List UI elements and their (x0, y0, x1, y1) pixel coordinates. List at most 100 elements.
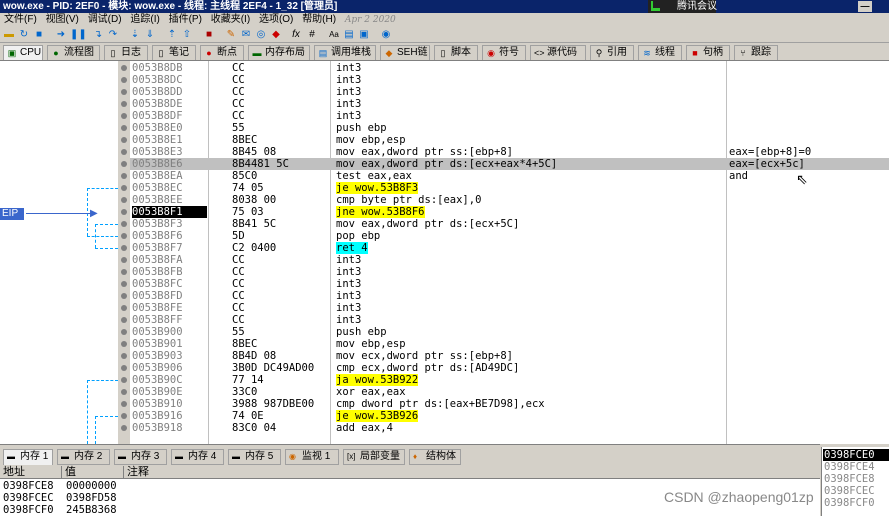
execute-till-return-icon[interactable]: ⇡ (166, 29, 178, 41)
tab-memory-2[interactable]: ▬ 内存 2 (57, 449, 110, 465)
disasm-row[interactable]: 0053B8FD CC int3 (130, 290, 889, 302)
tab-symbols[interactable]: ◉ 符号 (482, 45, 526, 60)
tab-locals[interactable]: [x] 局部变量 (343, 449, 405, 465)
breakpoint-dot-icon[interactable] (121, 197, 127, 203)
menu-plugins[interactable]: 插件(P) (169, 14, 202, 25)
breakpoint-dot-icon[interactable] (121, 209, 127, 215)
step-into-icon[interactable]: ↴ (92, 29, 104, 41)
comment-icon[interactable]: ✉ (240, 29, 252, 41)
tab-script[interactable]: ▯ 脚本 (434, 45, 478, 60)
strings-icon[interactable]: ▤ (343, 29, 355, 41)
open-icon[interactable]: ▬ (3, 29, 15, 41)
tab-log[interactable]: ▯ 日志 (104, 45, 148, 60)
breakpoint-dot-icon[interactable] (121, 341, 127, 347)
disasm-row[interactable]: 0053B8FF CC int3 (130, 314, 889, 326)
breakpoint-dot-icon[interactable] (121, 125, 127, 131)
disasm-row[interactable]: 0053B8DE CC int3 (130, 98, 889, 110)
disassembly-view[interactable]: 0053B8DB CC int3 0053B8DC CC int3 0053B8DD CC… (130, 61, 889, 444)
trace-into-icon[interactable]: ⇣ (129, 29, 141, 41)
tab-memory-3[interactable]: ▬ 内存 3 (114, 449, 167, 465)
tab-call-stack[interactable]: ▤ 调用堆栈 (314, 45, 376, 60)
close-icon[interactable]: ■ (33, 29, 45, 41)
tab-seh[interactable]: ◆ SEH链 (380, 45, 430, 60)
breakpoint-dot-icon[interactable] (121, 269, 127, 275)
disasm-row[interactable]: 0053B901 8BEC mov ebp,esp (130, 338, 889, 350)
disasm-row[interactable]: 0053B8EC 74 05 je wow.53B8F3 (130, 182, 889, 194)
menu-view[interactable]: 视图(V) (46, 14, 79, 25)
settings-icon[interactable]: ◉ (380, 29, 392, 41)
breakpoint-dot-icon[interactable] (121, 425, 127, 431)
stack-row[interactable]: 0398FCE8 (824, 473, 875, 485)
breakpoint-dot-icon[interactable] (121, 413, 127, 419)
breakpoint-dot-icon[interactable] (121, 89, 127, 95)
bookmark-icon[interactable]: ◆ (270, 29, 282, 41)
column-address[interactable]: 地址 (0, 466, 62, 479)
disasm-row[interactable]: 0053B8E1 8BEC mov ebp,esp (130, 134, 889, 146)
breakpoint-dot-icon[interactable] (121, 113, 127, 119)
run-icon[interactable]: ➜ (55, 29, 67, 41)
tab-cpu[interactable]: ▣ CPU (3, 45, 43, 60)
stack-row[interactable]: 0398FCEC (824, 485, 875, 497)
column-value[interactable]: 值 (62, 466, 124, 479)
disasm-row[interactable]: 0053B8DD CC int3 (130, 86, 889, 98)
breakpoint-dot-icon[interactable] (121, 65, 127, 71)
disasm-row[interactable]: 0053B8EE 8038 00 cmp byte ptr ds:[eax],0 (130, 194, 889, 206)
breakpoint-dot-icon[interactable] (121, 365, 127, 371)
tab-memory-4[interactable]: ▬ 内存 4 (171, 449, 224, 465)
stack-row[interactable]: 0398FCE4 (824, 461, 875, 473)
tab-breakpoints[interactable]: ● 断点 (200, 45, 244, 60)
tab-trace[interactable]: ⑂ 跟踪 (734, 45, 778, 60)
disasm-row[interactable]: 0053B8EA 85C0 test eax,eax and (130, 170, 889, 182)
tab-graph[interactable]: ● 流程图 (47, 45, 100, 60)
disasm-row[interactable]: 0053B916 74 0E je wow.53B926 (130, 410, 889, 422)
disasm-row[interactable]: 0053B910 3988 987DBE00 cmp dword ptr ds:[e… (130, 398, 889, 410)
disasm-row[interactable]: 0053B8F3 8B41 5C mov eax,dword ptr ds:[ecx… (130, 218, 889, 230)
tab-handles[interactable]: ■ 句柄 (686, 45, 730, 60)
disasm-row[interactable]: 0053B8E0 55 push ebp (130, 122, 889, 134)
disasm-row[interactable]: 0053B8DF CC int3 (130, 110, 889, 122)
menu-debug[interactable]: 调试(D) (88, 14, 122, 25)
trace-over-icon[interactable]: ⇓ (144, 29, 156, 41)
breakpoint-column[interactable] (118, 61, 130, 444)
breakpoint-dot-icon[interactable] (121, 353, 127, 359)
tab-struct[interactable]: ♦ 结构体 (409, 449, 461, 465)
breakpoint-dot-icon[interactable] (121, 161, 127, 167)
breakpoint-dot-icon[interactable] (121, 377, 127, 383)
hash-icon[interactable]: # (306, 29, 318, 41)
disasm-row[interactable]: 0053B8F7 C2 0400 ret 4 (130, 242, 889, 254)
menu-file[interactable]: 文件(F) (4, 14, 37, 25)
breakpoint-dot-icon[interactable] (121, 233, 127, 239)
tab-memory-1[interactable]: ▬ 内存 1 (3, 449, 53, 465)
minimize-button[interactable]: — (858, 1, 872, 12)
breakpoint-dot-icon[interactable] (121, 257, 127, 263)
menu-help[interactable]: 帮助(H) (302, 14, 336, 25)
stack-view[interactable]: 0398FCE0 0398FCE4 0398FCE8 0398FCEC 0398… (821, 447, 889, 516)
tab-threads[interactable]: ≋ 线程 (638, 45, 682, 60)
breakpoint-dot-icon[interactable] (121, 77, 127, 83)
breakpoint-dot-icon[interactable] (121, 389, 127, 395)
breakpoint-dot-icon[interactable] (121, 317, 127, 323)
disasm-row[interactable]: 0053B8FB CC int3 (130, 266, 889, 278)
disasm-row[interactable]: 0053B900 55 push ebp (130, 326, 889, 338)
disasm-row[interactable]: 0053B8DB CC int3 (130, 62, 889, 74)
disasm-row[interactable]: 0053B8FE CC int3 (130, 302, 889, 314)
breakpoint-dot-icon[interactable] (121, 329, 127, 335)
breakpoint-dot-icon[interactable] (121, 221, 127, 227)
menu-options[interactable]: 选项(O) (259, 14, 293, 25)
disasm-row-selected[interactable]: 0053B8E6 8B4481 5C mov eax,dword ptr ds:[e… (130, 158, 889, 170)
tab-watch-1[interactable]: ◉ 监视 1 (285, 449, 339, 465)
disasm-row-eip[interactable]: 0053B8F1 75 03 jne wow.53B8F6 (130, 206, 889, 218)
scylla-icon[interactable]: ■ (203, 29, 215, 41)
disasm-row[interactable]: 0053B8F6 5D pop ebp (130, 230, 889, 242)
breakpoint-dot-icon[interactable] (121, 281, 127, 287)
menu-favourites[interactable]: 收藏夹(I) (211, 14, 250, 25)
disasm-row[interactable]: 0053B906 3B0D DC49AD00 cmp ecx,dword ptr d… (130, 362, 889, 374)
breakpoint-dot-icon[interactable] (121, 101, 127, 107)
tab-notes[interactable]: ▯ 笔记 (152, 45, 196, 60)
disasm-row[interactable]: 0053B90C 77 14 ja wow.53B922 (130, 374, 889, 386)
breakpoint-dot-icon[interactable] (121, 137, 127, 143)
tab-references[interactable]: ⚲ 引用 (590, 45, 634, 60)
disasm-row[interactable]: 0053B8E3 8B45 08 mov eax,dword ptr ss:[ebp… (130, 146, 889, 158)
patch-icon[interactable]: ✎ (225, 29, 237, 41)
disasm-row[interactable]: 0053B918 83C0 04 add eax,4 (130, 422, 889, 434)
